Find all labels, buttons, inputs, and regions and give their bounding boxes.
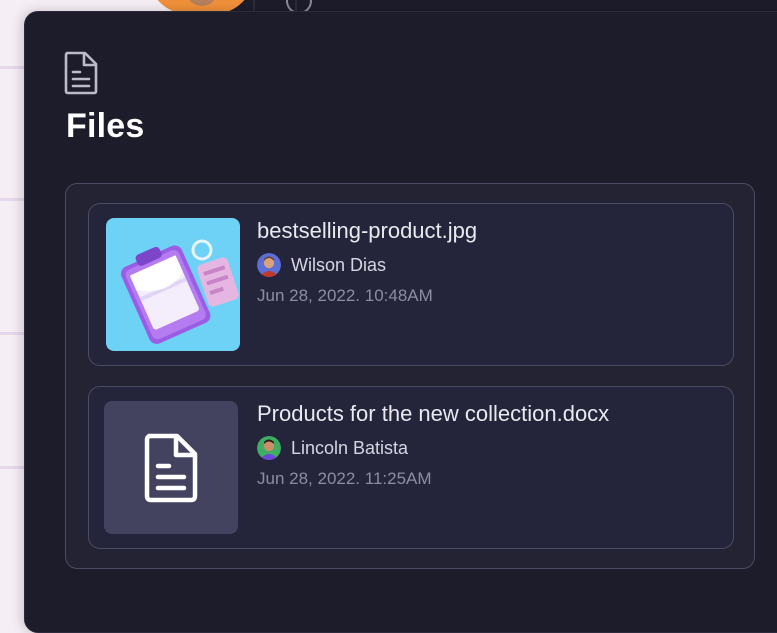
file-thumbnail[interactable]: [106, 218, 240, 351]
file-author: Wilson Dias: [257, 253, 386, 277]
document-icon: [144, 433, 198, 502]
document-icon: [64, 51, 98, 95]
author-name: Lincoln Batista: [291, 437, 409, 458]
file-name[interactable]: bestselling-product.jpg: [257, 218, 477, 244]
file-date: Jun 28, 2022. 11:25AM: [257, 469, 432, 488]
file-list: bestselling-product.jpg Wilson Dias Jun …: [65, 183, 755, 569]
avatar: [257, 436, 281, 460]
file-author: Lincoln Batista: [257, 436, 408, 460]
file-card[interactable]: Products for the new collection.docx Lin…: [88, 386, 734, 549]
files-panel: Files bestselling-product.jpg Wilson Dia…: [24, 11, 777, 633]
file-thumbnail[interactable]: [104, 401, 238, 534]
file-date: Jun 28, 2022. 10:48AM: [257, 286, 433, 305]
file-name[interactable]: Products for the new collection.docx: [257, 401, 609, 427]
clipboard-illustration-icon: [121, 239, 239, 344]
avatar-face: [186, 0, 218, 6]
page-title: Files: [66, 107, 145, 145]
file-card[interactable]: bestselling-product.jpg Wilson Dias Jun …: [88, 203, 734, 366]
author-name: Wilson Dias: [291, 254, 387, 275]
avatar: [257, 253, 281, 277]
